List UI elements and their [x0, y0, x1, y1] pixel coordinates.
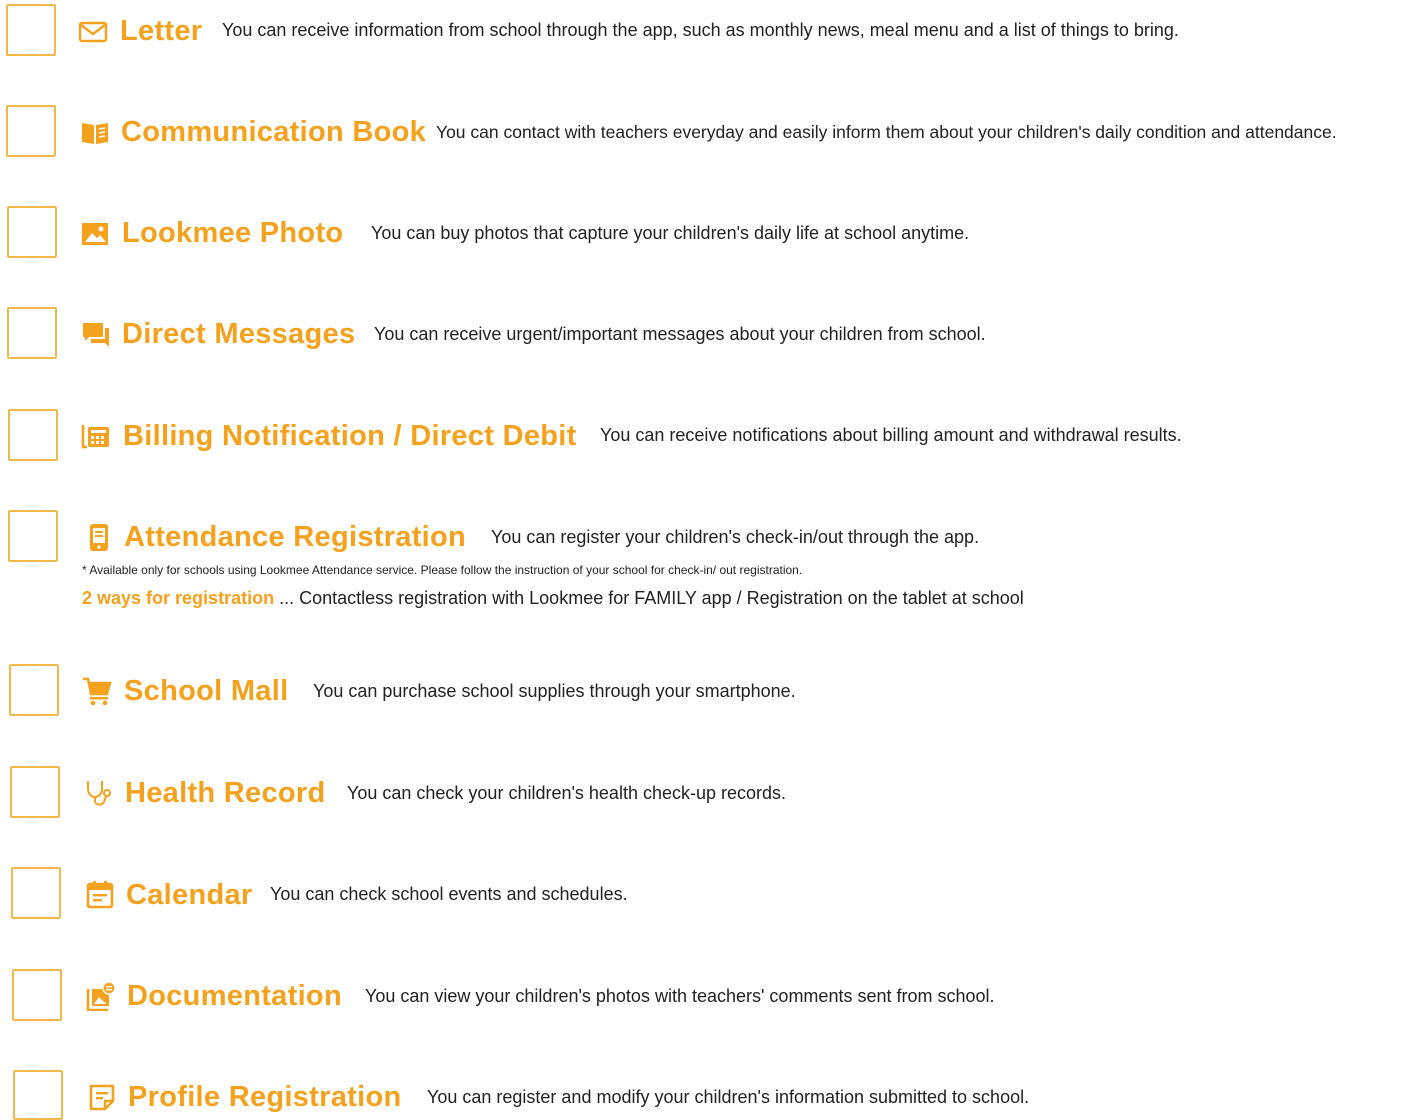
checkbox-attendance-registration[interactable] — [8, 510, 58, 562]
feature-description: You can check school events and schedule… — [270, 884, 628, 904]
feature-title: Calendar — [126, 879, 253, 911]
feature-title: Health Record — [125, 777, 326, 809]
cart-icon — [82, 676, 112, 706]
feature-title: Attendance Registration — [124, 521, 467, 553]
billing-icon — [81, 421, 111, 451]
checkbox-lookmee-photo[interactable] — [7, 206, 57, 258]
feature-profile-registration: Profile Registration You can register an… — [0, 0, 1412, 1120]
checkbox-billing-notification[interactable] — [8, 409, 58, 461]
photo-icon — [80, 219, 110, 249]
feature-description: You can register and modify your childre… — [427, 1087, 1030, 1107]
checkbox-profile-registration[interactable] — [13, 1070, 63, 1120]
checkbox-health-record[interactable] — [10, 766, 60, 818]
checkbox-direct-messages[interactable] — [7, 307, 57, 359]
feature-description: You can buy photos that capture your chi… — [371, 223, 970, 243]
feature-description: You can purchase school supplies through… — [313, 681, 796, 701]
feature-description: You can receive notifications about bill… — [600, 425, 1182, 445]
feature-description: You can register your children's check-i… — [491, 527, 980, 547]
registration-ways: 2 ways for registration ... Contactless … — [82, 588, 1024, 609]
checkbox-calendar[interactable] — [11, 867, 61, 919]
registration-ways-label: 2 ways for registration — [82, 588, 275, 608]
attendance-note: * Available only for schools using Lookm… — [82, 563, 803, 577]
feature-title: School Mall — [124, 675, 289, 707]
phone-icon — [84, 522, 114, 552]
feature-description: You can check your children's health che… — [347, 783, 787, 803]
feature-description: You can view your children's photos with… — [365, 986, 995, 1006]
documentation-icon — [86, 981, 116, 1011]
feature-description: You can receive urgent/important message… — [374, 324, 986, 344]
profile-form-icon — [87, 1082, 117, 1112]
calendar-icon — [85, 879, 115, 909]
registration-ways-text: ... Contactless registration with Lookme… — [274, 588, 1024, 608]
checkbox-documentation[interactable] — [12, 969, 62, 1021]
stethoscope-icon — [84, 778, 114, 808]
feature-title: Direct Messages — [122, 318, 356, 350]
feature-title: Documentation — [127, 980, 342, 1012]
feature-title: Billing Notification / Direct Debit — [123, 420, 577, 452]
checkbox-school-mall[interactable] — [9, 664, 59, 716]
feature-title: Lookmee Photo — [122, 217, 344, 249]
chat-icon — [81, 320, 111, 350]
feature-title: Profile Registration — [128, 1081, 402, 1113]
